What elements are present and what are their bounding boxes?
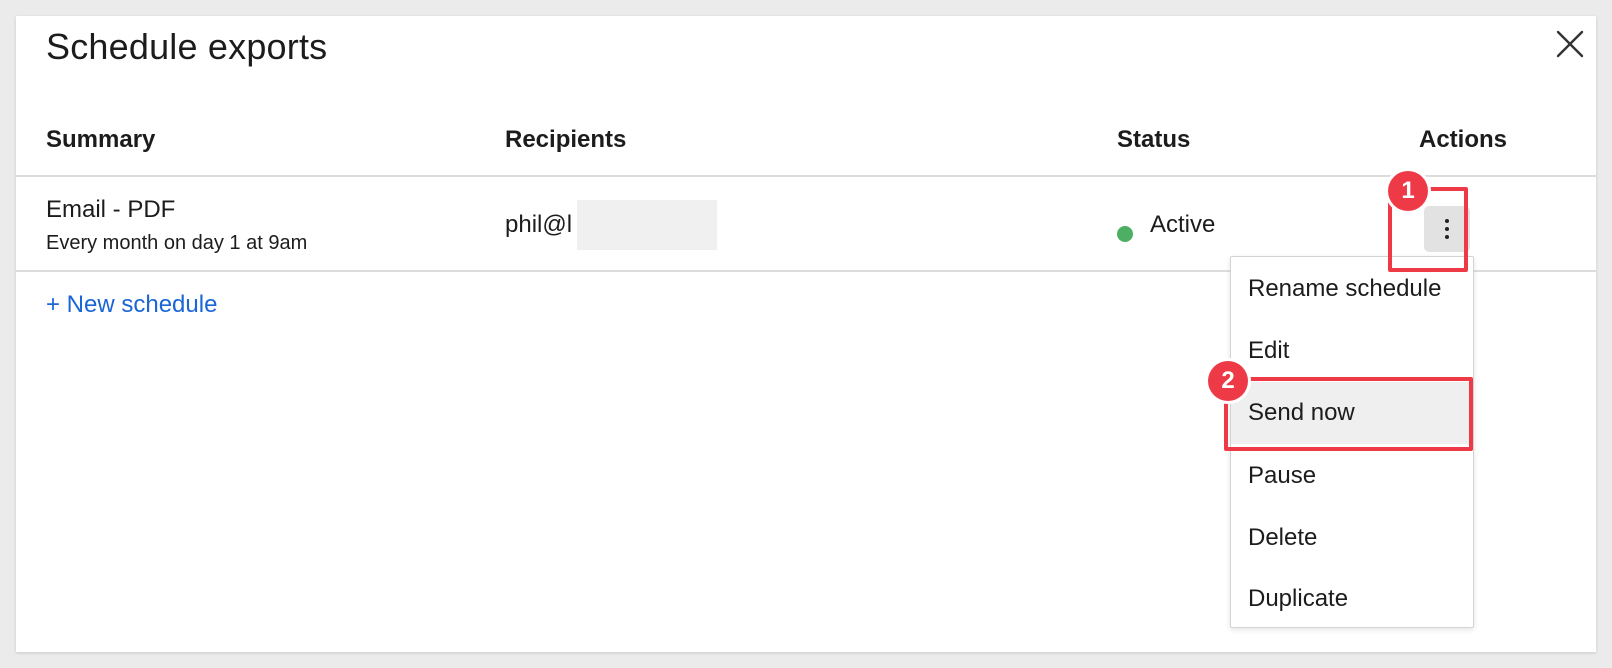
dialog-title: Schedule exports	[46, 26, 328, 67]
menu-item-send-now[interactable]: Send now	[1231, 382, 1473, 444]
row-actions-menu: Rename schedule Edit Send now Pause Dele…	[1230, 256, 1474, 628]
status-indicator-dot	[1117, 226, 1133, 242]
schedule-summary: Email - PDF	[46, 196, 176, 223]
column-header-status: Status	[1117, 126, 1191, 153]
column-header-actions: Actions	[1419, 126, 1508, 153]
redacted-region	[577, 200, 717, 250]
menu-item-edit[interactable]: Edit	[1231, 320, 1473, 382]
recipient-email: phil@l	[505, 211, 573, 238]
close-icon	[1556, 30, 1584, 58]
menu-item-rename-schedule[interactable]: Rename schedule	[1231, 258, 1473, 320]
new-schedule-link[interactable]: + New schedule	[46, 291, 217, 319]
close-button[interactable]	[1552, 26, 1588, 62]
header-divider	[16, 175, 1596, 177]
menu-item-duplicate[interactable]: Duplicate	[1231, 568, 1473, 630]
row-actions-button[interactable]	[1424, 206, 1470, 252]
schedule-frequency: Every month on day 1 at 9am	[46, 232, 308, 254]
column-header-recipients: Recipients	[505, 126, 627, 153]
column-header-summary: Summary	[46, 126, 156, 153]
schedule-exports-dialog: Schedule exports Summary Recipients Stat…	[16, 16, 1596, 652]
status-badge: Active	[1150, 211, 1216, 238]
menu-item-pause[interactable]: Pause	[1231, 445, 1473, 507]
menu-item-delete[interactable]: Delete	[1231, 507, 1473, 569]
